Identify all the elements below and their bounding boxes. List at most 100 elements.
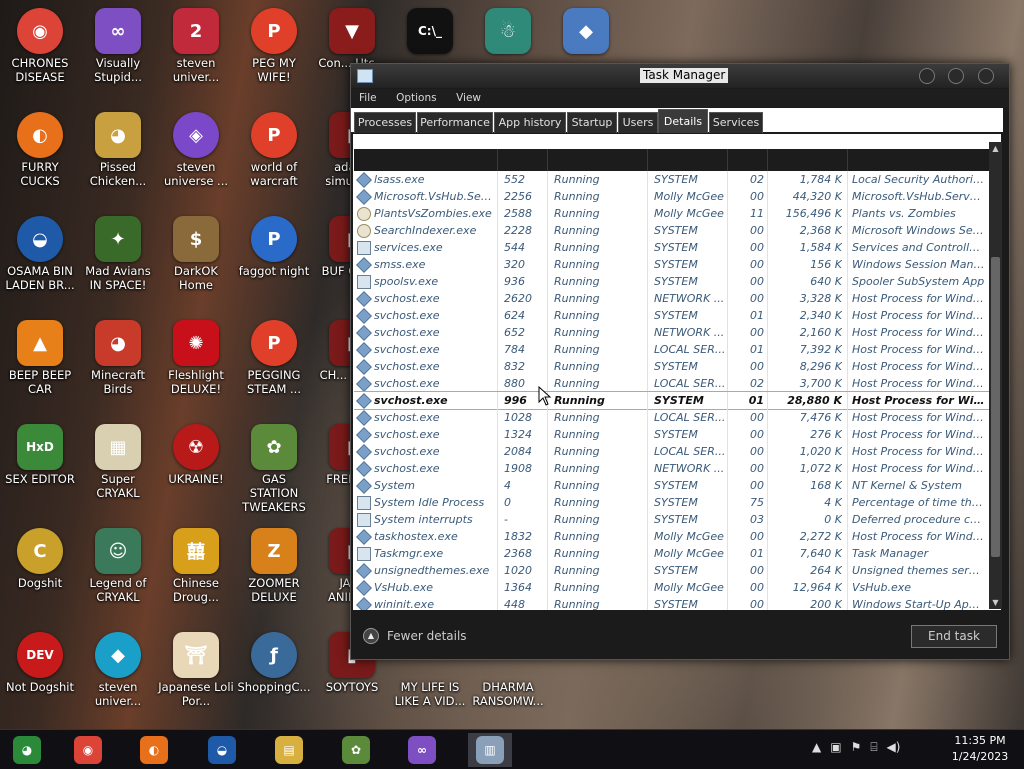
- desktop-icon[interactable]: ▲ BEEP BEEP CAR: [0, 314, 80, 414]
- table-row[interactable]: svchost.exe 2620 Running NETWORK ... 00 3,328…: [354, 290, 990, 307]
- desktop-icon[interactable]: HxD SEX EDITOR: [0, 418, 80, 518]
- taskbar-button[interactable]: ◐: [132, 733, 176, 767]
- taskbar-button[interactable]: ◕: [5, 733, 49, 767]
- desktop-icon[interactable]: ✺ Fleshlight DELUXE!: [156, 314, 236, 414]
- table-row[interactable]: svchost.exe 832 Running SYSTEM 00 8,296 K Host…: [354, 358, 990, 375]
- table-row[interactable]: svchost.exe 1908 Running NETWORK ... 00 1,072…: [354, 460, 990, 477]
- desktop-icon[interactable]: ◆ steven univer...: [78, 626, 158, 726]
- column-header-pid[interactable]: [498, 149, 548, 171]
- fewer-details-link[interactable]: Fewer details: [387, 629, 467, 643]
- taskbar-button[interactable]: ◒: [200, 733, 244, 767]
- table-row[interactable]: PlantsVsZombies.exe 2588 Running Molly McGe…: [354, 205, 990, 222]
- column-header-name[interactable]: [354, 149, 498, 171]
- desktop-icon[interactable]: 2 steven univer...: [156, 2, 236, 102]
- table-row[interactable]: System Idle Process 0 Running SYSTEM 75 4 K Pe…: [354, 494, 990, 511]
- desktop-icon[interactable]: Pworld of warcraft: [234, 106, 314, 206]
- taskbar-button[interactable]: ∞: [400, 733, 444, 767]
- desktop-icon[interactable]: ✿ GAS STATION TWEAKERS: [234, 418, 314, 518]
- table-row[interactable]: svchost.exe 1028 Running LOCAL SER... 00 7,47…: [354, 409, 990, 426]
- desktop-icon[interactable]: DEV Not Dogshit: [0, 626, 80, 726]
- menu-options[interactable]: Options: [388, 89, 445, 107]
- desktop-icon[interactable]: P PEG MY WIFE!: [234, 2, 314, 102]
- table-row[interactable]: svchost.exe 1324 Running SYSTEM 00 276 K Host …: [354, 426, 990, 443]
- taskbar-button[interactable]: ✿: [334, 733, 378, 767]
- table-row[interactable]: SearchIndexer.exe 2228 Running SYSTEM 00 2,36…: [354, 222, 990, 239]
- desktop-icon[interactable]: ◉ CHRONES DISEASE: [0, 2, 80, 102]
- taskbar-button[interactable]: ▤: [267, 733, 311, 767]
- desktop-icon[interactable]: Z ZOOMER DELUXE: [234, 522, 314, 622]
- table-row[interactable]: Taskmgr.exe 2368 Running Molly McGee 01 7,640…: [354, 545, 990, 562]
- volume-icon[interactable]: ◀): [887, 740, 901, 754]
- table-row[interactable]: unsignedthemes.exe 1020 Running SYSTEM 00 264…: [354, 562, 990, 579]
- cell-status: Running: [554, 411, 600, 424]
- column-header-description[interactable]: [848, 149, 991, 171]
- desktop-icon[interactable]: ◕ Pissed Chicken...: [78, 106, 158, 206]
- menu-view[interactable]: View: [448, 89, 489, 107]
- desktop-icon[interactable]: 囍 Chinese Droug...: [156, 522, 236, 622]
- table-row[interactable]: wininit.exe 448 Running SYSTEM 00 200 K Window…: [354, 596, 990, 610]
- minimize-button[interactable]: [919, 68, 935, 84]
- chevron-up-icon[interactable]: ▲: [363, 628, 379, 644]
- tab-details[interactable]: Details: [658, 109, 708, 133]
- table-row[interactable]: svchost.exe 652 Running NETWORK ... 00 2,160 …: [354, 324, 990, 341]
- desktop-icon[interactable]: $ DarkOK Home: [156, 210, 236, 310]
- tab-app-history[interactable]: App history: [494, 112, 566, 133]
- table-row[interactable]: VsHub.exe 1364 Running Molly McGee 00 12,964 …: [354, 579, 990, 596]
- display-icon[interactable]: ⌸: [870, 740, 877, 755]
- desktop-icon[interactable]: ƒ ShoppingC...: [234, 626, 314, 726]
- column-header-user[interactable]: [648, 149, 728, 171]
- tab-users[interactable]: Users: [618, 112, 658, 133]
- tab-startup[interactable]: Startup: [567, 112, 617, 133]
- scrollbar-thumb[interactable]: [991, 257, 1000, 557]
- table-row[interactable]: svchost.exe 784 Running LOCAL SER... 01 7,392…: [354, 341, 990, 358]
- table-row[interactable]: svchost.exe 624 Running SYSTEM 01 2,340 K Host…: [354, 307, 990, 324]
- desktop-icon[interactable]: ☺ Legend of CRYAKL: [78, 522, 158, 622]
- process-icon: [356, 461, 372, 477]
- desktop-icon[interactable]: ◐ FURRY CUCKS: [0, 106, 80, 206]
- desktop-icon[interactable]: P PEGGING STEAM ...: [234, 314, 314, 414]
- table-row[interactable]: svchost.exe 996 Running SYSTEM 01 28,880 K Hos…: [354, 391, 990, 410]
- menu-file[interactable]: File: [351, 89, 385, 107]
- cell-desc: Microsoft Windows Sea...: [852, 224, 986, 237]
- table-row[interactable]: lsass.exe 552 Running SYSTEM 02 1,784 K Local …: [354, 171, 990, 188]
- desktop-icon[interactable]: ▦ Super CRYAKL: [78, 418, 158, 518]
- clock[interactable]: 11:35 PM 1/24/2023: [940, 733, 1020, 765]
- taskbar-button[interactable]: ◉: [66, 733, 110, 767]
- desktop-icon[interactable]: ◒ OSAMA BIN LADEN BR...: [0, 210, 80, 310]
- scroll-up-arrow-icon[interactable]: ▲: [989, 142, 1002, 155]
- table-row[interactable]: svchost.exe 880 Running LOCAL SER... 02 3,700…: [354, 375, 990, 392]
- action-center-flag-icon[interactable]: ⚑: [851, 740, 862, 754]
- table-row[interactable]: taskhostex.exe 1832 Running Molly McGee 00 2,…: [354, 528, 990, 545]
- table-row[interactable]: System interrupts - Running SYSTEM 03 0 K Defe…: [354, 511, 990, 528]
- close-button[interactable]: [978, 68, 994, 84]
- cell-mem: 156,496 K: [785, 207, 842, 220]
- column-header-status[interactable]: [548, 149, 648, 171]
- scroll-down-arrow-icon[interactable]: ▼: [989, 596, 1002, 609]
- desktop-icon[interactable]: ◕ Minecraft Birds: [78, 314, 158, 414]
- table-row[interactable]: System 4 Running SYSTEM 00 168 K NT Kernel & S…: [354, 477, 990, 494]
- tab-performance[interactable]: Performance: [417, 112, 493, 133]
- taskbar-button[interactable]: ▥: [468, 733, 512, 767]
- desktop-icon[interactable]: ✦ Mad Avians IN SPACE!: [78, 210, 158, 310]
- desktop-icon[interactable]: ☢ UKRAINE!: [156, 418, 236, 518]
- table-row[interactable]: svchost.exe 2084 Running LOCAL SER... 00 1,02…: [354, 443, 990, 460]
- network-icon[interactable]: ▣: [830, 740, 841, 754]
- show-hidden-icons-icon[interactable]: ▲: [812, 740, 821, 754]
- table-row[interactable]: Microsoft.VsHub.Serv... 2256 Running Molly …: [354, 188, 990, 205]
- end-task-button[interactable]: End task: [911, 625, 997, 648]
- desktop-icon[interactable]: ∞ Visually Stupid...: [78, 2, 158, 102]
- column-header-memory[interactable]: [768, 149, 848, 171]
- maximize-button[interactable]: [948, 68, 964, 84]
- vertical-scrollbar[interactable]: ▲ ▼: [989, 142, 1002, 609]
- desktop-icon[interactable]: ◈ steven universe ...: [156, 106, 236, 206]
- tab-services[interactable]: Services: [709, 112, 763, 133]
- column-header-cpu[interactable]: [728, 149, 768, 171]
- table-row[interactable]: services.exe 544 Running SYSTEM 00 1,584 K Ser…: [354, 239, 990, 256]
- title-bar[interactable]: Task Manager: [351, 64, 1009, 88]
- desktop-icon[interactable]: ⛩ Japanese Loli Por...: [156, 626, 236, 726]
- desktop-icon[interactable]: Pfaggot night: [234, 210, 314, 310]
- desktop-icon[interactable]: C Dogshit: [0, 522, 80, 622]
- table-row[interactable]: spoolsv.exe 936 Running SYSTEM 00 640 K Spoole…: [354, 273, 990, 290]
- table-row[interactable]: smss.exe 320 Running SYSTEM 00 156 K Windows S…: [354, 256, 990, 273]
- tab-processes[interactable]: Processes: [354, 112, 416, 133]
